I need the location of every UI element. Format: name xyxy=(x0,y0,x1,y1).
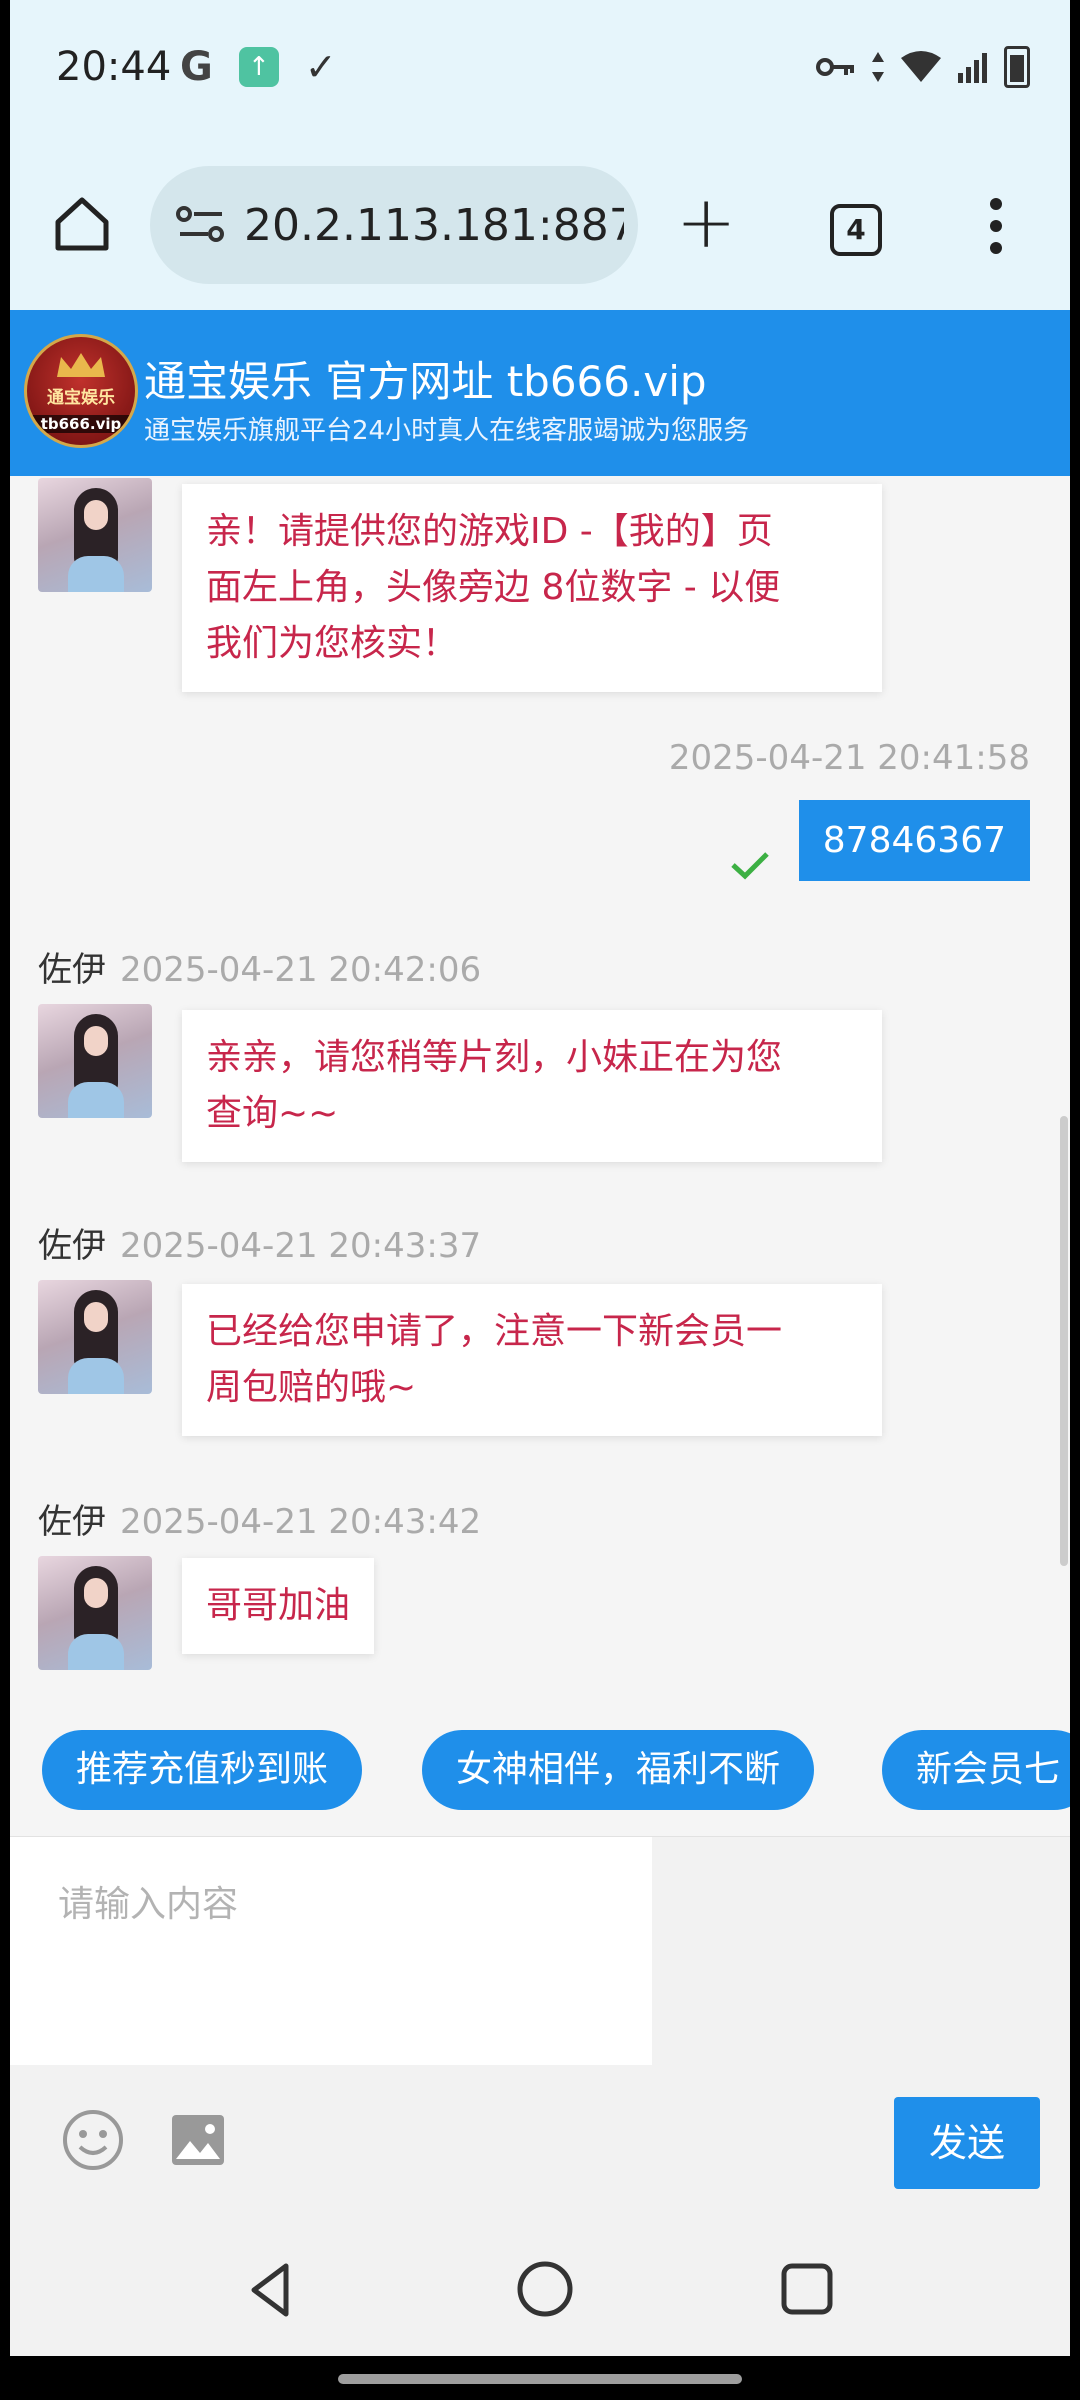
crown-icon xyxy=(57,353,105,377)
browser-toolbar: 20.2.113.181:8874/ + 4 xyxy=(10,140,1070,310)
composer: 请输入内容 发送 xyxy=(10,1836,1070,2217)
agent-message-bubble: 亲亲，请您稍等片刻，小妹正在为您 查询~~ xyxy=(182,1010,882,1162)
agent-avatar[interactable] xyxy=(38,478,152,592)
message-line: 周包赔的哦~ xyxy=(206,1367,417,1408)
sender-name: 佐伊 xyxy=(38,1226,106,1266)
agent-avatar[interactable] xyxy=(38,1004,152,1118)
status-left-icons: G ↑ ✓ xyxy=(180,44,337,90)
gesture-handle[interactable] xyxy=(338,2374,742,2384)
send-button[interactable]: 发送 xyxy=(894,2097,1040,2189)
google-icon: G xyxy=(180,44,213,90)
logo-text-bottom: tb666.vip xyxy=(27,415,135,433)
agent-avatar[interactable] xyxy=(38,1556,152,1670)
agent-message-bubble: 亲！请提供您的游戏ID -【我的】页 面左上角，头像旁边 8位数字 - 以便 我… xyxy=(182,484,882,692)
tab-count-button[interactable]: 4 xyxy=(830,204,882,256)
message-line: 查询~~ xyxy=(206,1093,339,1134)
data-arrows-icon xyxy=(872,52,884,82)
download-done-icon: ✓ xyxy=(304,45,337,89)
signal-icon xyxy=(958,53,987,83)
my-message-bubble: 87846367 xyxy=(798,800,1030,881)
emoji-icon[interactable] xyxy=(62,2109,124,2171)
quick-reply-button[interactable]: 推荐充值秒到账 xyxy=(42,1730,363,1810)
address-bar[interactable]: 20.2.113.181:8874/ xyxy=(150,166,638,284)
status-bar: 20:44 G ↑ ✓ xyxy=(10,0,1070,140)
message-line: 已经给您申请了，注意一下新会员一 xyxy=(206,1311,783,1352)
message-timestamp: 2025-04-21 20:43:42 xyxy=(120,1502,482,1542)
message-meta: 佐伊 2025-04-21 20:43:37 xyxy=(38,1218,481,1267)
chat-messages[interactable]: 亲！请提供您的游戏ID -【我的】页 面左上角，头像旁边 8位数字 - 以便 我… xyxy=(10,476,1070,1704)
agent-message-bubble: 已经给您申请了，注意一下新会员一 周包赔的哦~ xyxy=(182,1284,882,1436)
more-menu-icon[interactable] xyxy=(990,198,1004,264)
message-timestamp: 2025-04-21 20:42:06 xyxy=(120,950,482,990)
battery-icon xyxy=(1004,46,1030,88)
message-line: 我们为您核实！ xyxy=(206,623,459,664)
system-nav-bar xyxy=(10,2216,1070,2356)
agent-avatar[interactable] xyxy=(38,1280,152,1394)
sender-name: 佐伊 xyxy=(38,950,106,990)
sent-check-icon xyxy=(731,852,769,880)
app-update-icon: ↑ xyxy=(238,47,279,87)
sender-name: 佐伊 xyxy=(38,1502,106,1542)
status-time: 20:44 xyxy=(56,44,172,90)
message-meta: 佐伊 2025-04-21 20:43:42 xyxy=(38,1494,481,1543)
key-icon xyxy=(816,58,854,76)
logo-text-top: 通宝娱乐 xyxy=(47,388,115,408)
phone-screen: 20:44 G ↑ ✓ 20.2.113.181:8874/ + 4 通宝娱乐 … xyxy=(10,0,1070,2356)
recent-apps-icon[interactable] xyxy=(780,2262,834,2316)
status-right-icons xyxy=(816,46,1030,88)
new-tab-icon[interactable]: + xyxy=(676,186,736,258)
site-subtitle: 通宝娱乐旗舰平台24小时真人在线客服竭诚为您服务 xyxy=(144,416,750,446)
agent-message-bubble: 哥哥加油 xyxy=(182,1558,375,1654)
message-input[interactable]: 请输入内容 xyxy=(10,1837,652,2065)
quick-replies: 推荐充值秒到账 女神相伴，福利不断 新会员七 xyxy=(10,1704,1070,1836)
chat-scrollbar[interactable] xyxy=(1060,1116,1068,1566)
home-icon[interactable] xyxy=(50,192,114,256)
back-icon[interactable] xyxy=(242,2260,302,2320)
message-timestamp: 2025-04-21 20:43:37 xyxy=(120,1226,482,1266)
url-text[interactable]: 20.2.113.181:8874/ xyxy=(244,200,624,251)
message-line: 面左上角，头像旁边 8位数字 - 以便 xyxy=(206,567,781,608)
site-settings-icon[interactable] xyxy=(176,204,226,244)
site-title: 通宝娱乐 官方网址 tb666.vip xyxy=(144,357,707,406)
wifi-icon xyxy=(901,51,941,82)
home-nav-icon[interactable] xyxy=(516,2260,574,2318)
quick-reply-button[interactable]: 新会员七 xyxy=(882,1730,1070,1810)
message-line: 哥哥加油 xyxy=(206,1585,351,1626)
message-timestamp: 2025-04-21 20:41:58 xyxy=(668,738,1030,778)
quick-reply-button[interactable]: 女神相伴，福利不断 xyxy=(422,1730,815,1810)
site-header: 通宝娱乐 tb666.vip 通宝娱乐 官方网址 tb666.vip 通宝娱乐旗… xyxy=(10,310,1070,476)
message-line: 亲亲，请您稍等片刻，小妹正在为您 xyxy=(206,1037,783,1078)
image-icon[interactable] xyxy=(170,2113,226,2167)
message-input-placeholder: 请输入内容 xyxy=(58,1884,239,1925)
message-meta: 佐伊 2025-04-21 20:42:06 xyxy=(38,942,481,991)
message-line: 亲！请提供您的游戏ID -【我的】页 xyxy=(206,511,773,552)
site-logo: 通宝娱乐 tb666.vip xyxy=(24,334,138,448)
